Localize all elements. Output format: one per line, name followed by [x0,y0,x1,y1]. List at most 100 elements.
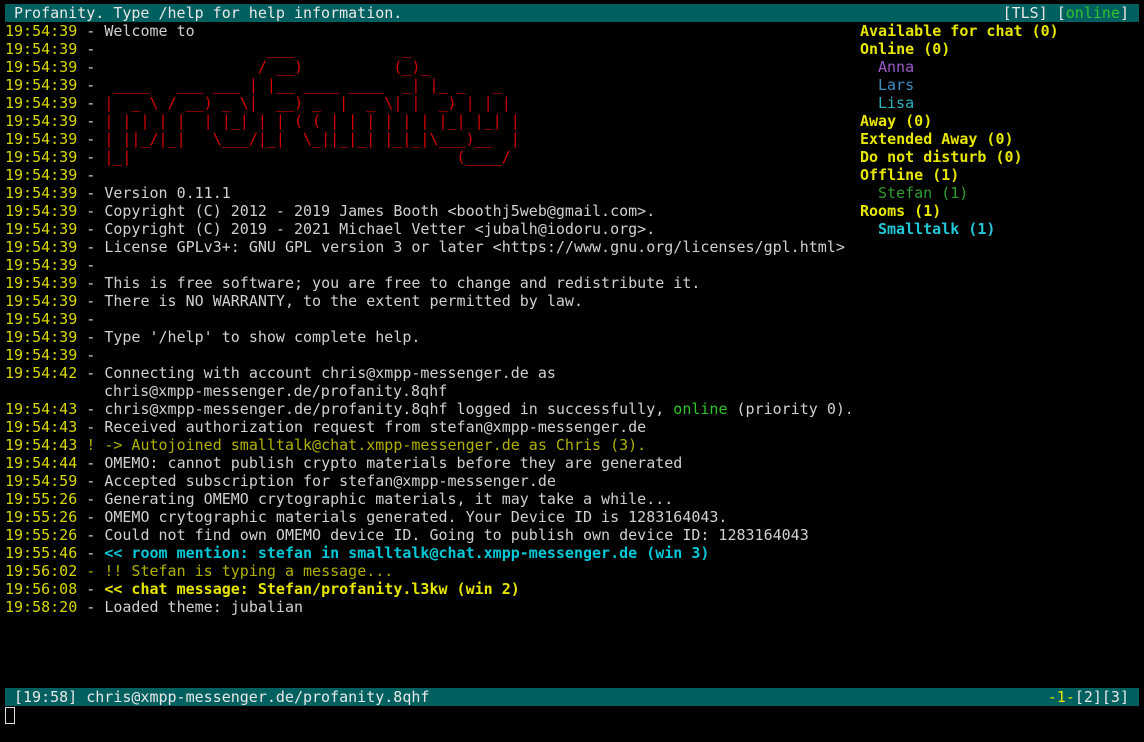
logo-art-line: | _ \ / __) _ \| __) _ | _ \| | _) | | | [104,94,511,112]
timestamp: 19:54:43 [5,418,78,436]
console-line: 19:54:42 - Connecting with account chris… [5,364,850,382]
line-separator: - [77,166,105,184]
console-line: 19:54:39 - Copyright (C) 2012 - 2019 Jam… [5,202,850,220]
window-tab-2[interactable]: [2] [1075,688,1102,706]
status-bar: [19:58] chris@xmpp-messenger.de/profanit… [5,688,1139,706]
line-separator: ! [77,436,105,454]
timestamp: 19:54:39 [5,148,78,166]
text-cursor [5,707,15,724]
message-text: This is free software; you are free to c… [104,274,701,292]
line-separator: - [77,310,105,328]
roster-contact[interactable]: Stefan (1) [860,184,1140,202]
timestamp: 19:54:39 [5,130,78,148]
console-line: 19:55:26 - Could not find own OMEMO devi… [5,526,850,544]
line-separator: - [77,274,105,292]
console-line: 19:54:39 - Type '/help' to show complete… [5,328,850,346]
message-text: Loaded theme: jubalian [104,598,304,616]
logo-art-line: |_| (____/ [104,148,511,166]
console-line: 19:56:02 - !! Stefan is typing a message… [5,562,850,580]
timestamp: 19:54:39 [5,58,78,76]
console-line: 19:54:43 - Received authorization reques… [5,418,850,436]
message-text: Version 0.11.1 [104,184,231,202]
line-separator: - [77,292,105,310]
roster-contact[interactable]: Lisa [860,94,1140,112]
timestamp: 19:54:43 [5,400,78,418]
timestamp: 19:54:43 [5,436,78,454]
line-separator: - [77,238,105,256]
roster-contact[interactable]: Anna [860,58,1140,76]
roster-group-header: Offline (1) [860,166,960,184]
message-text: chris@xmpp-messenger.de/profanity.8qhf [104,382,448,400]
message-text: Received authorization request from stef… [104,418,647,436]
timestamp: 19:56:02 [5,562,78,580]
line-separator: - [77,598,105,616]
console-line: 19:54:39 - [5,346,850,364]
line-separator: - [77,508,105,526]
console-window[interactable]: 19:54:39 - Welcome to 19:54:39 - ___ _ 19:… [5,22,850,684]
line-separator: - [77,40,105,58]
console-line: 19:54:39 - License GPLv3+: GNU GPL versi… [5,238,850,256]
timestamp: 19:54:42 [5,364,78,382]
line-separator: - [77,220,105,238]
command-input[interactable] [5,706,1139,726]
timestamp: 19:56:08 [5,580,78,598]
window-title: Profanity. Type /help for help informati… [14,4,403,22]
connection-status: [TLS] [online] [1003,4,1129,22]
line-separator: - [77,562,105,580]
timestamp: 19:54:39 [5,166,78,184]
status-time: [19:58] [14,688,78,706]
console-line: 19:58:20 - Loaded theme: jubalian [5,598,850,616]
line-separator: - [77,94,105,112]
console-line: 19:55:26 - OMEMO crytographic materials … [5,508,850,526]
line-separator: - [77,148,105,166]
message-text: !! Stefan is typing a message... [104,562,394,580]
timestamp: 19:55:26 [5,526,78,544]
tls-indicator: [TLS] [ [1002,4,1066,22]
logo-art-line: / __) (_)_ [104,58,430,76]
line-separator: - [77,184,105,202]
line-separator: - [77,364,105,382]
presence-online: online [673,400,728,418]
console-line: 19:55:26 - Generating OMEMO crytographic… [5,490,850,508]
console-line: 19:54:39 - | | | | | | |_| | | ( ( | | |… [5,112,850,130]
line-separator: - [77,76,105,94]
console-line: chris@xmpp-messenger.de/profanity.8qhf [5,382,850,400]
message-text: Accepted subscription for stefan@xmpp-me… [104,472,556,490]
timestamp: 19:58:20 [5,598,78,616]
line-separator: - [77,22,105,40]
timestamp: 19:54:59 [5,472,78,490]
console-line: 19:54:43 ! -> Autojoined smalltalk@chat.… [5,436,850,454]
console-line: 19:54:39 - | ||_/|_| \___/|_| \_||_|_| |… [5,130,850,148]
console-line: 19:54:39 - Version 0.11.1 [5,184,850,202]
line-separator: - [77,526,105,544]
roster-group-header: Extended Away (0) [860,130,1014,148]
roster-contact[interactable]: Lars [860,76,1140,94]
status-account: chris@xmpp-messenger.de/profanity.8qhf [86,688,430,706]
line-separator: - [77,328,105,346]
line-separator: - [77,490,105,508]
window-tab-1[interactable]: -1- [1048,688,1075,706]
console-line: 19:54:39 - | _ \ / __) _ \| __) _ | _ \|… [5,94,850,112]
timestamp: 19:54:39 [5,310,78,328]
title-bar: Profanity. Type /help for help informati… [5,4,1139,22]
window-tabs: -1-[2][3] [1048,688,1129,706]
message-text: (priority 0). [727,400,851,418]
roster-group-header: Do not disturb (0) [860,148,1023,166]
status-left: [19:58] chris@xmpp-messenger.de/profanit… [14,688,429,706]
roster-group-header: Away (0) [860,112,933,130]
roster-room[interactable]: Smalltalk (1) [860,220,1140,238]
message-text: << room mention: stefan in smalltalk@cha… [104,544,710,562]
message-text: << chat message: Stefan/profanity.l3kw (… [104,580,520,598]
roster-panel: Available for chat (0) Online (0) Anna Lars… [860,22,1140,684]
console-line: 19:54:43 - chris@xmpp-messenger.de/profa… [5,400,850,418]
console-line: 19:54:39 - Copyright (C) 2019 - 2021 Mic… [5,220,850,238]
console-line: 19:54:39 - [5,310,850,328]
line-separator: - [77,256,105,274]
timestamp: 19:54:39 [5,292,78,310]
line-separator: - [77,346,105,364]
timestamp: 19:55:26 [5,490,78,508]
logo-art-line: ___ _ [104,40,412,58]
line-separator: - [77,58,105,76]
window-tab-3[interactable]: [3] [1102,688,1129,706]
status-close-bracket: ] [1119,4,1129,22]
